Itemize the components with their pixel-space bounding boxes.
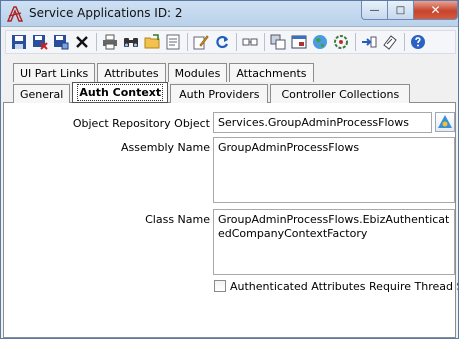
window-title: Service Applications ID: 2 bbox=[29, 6, 183, 20]
tab-label: Attachments bbox=[236, 66, 307, 80]
tab-row-top: UI Part Links Attributes Modules Attachm… bbox=[13, 63, 316, 82]
refresh-button[interactable] bbox=[212, 32, 232, 52]
service-applications-window: Service Applications ID: 2 — □ ✕ UI Part… bbox=[0, 0, 459, 339]
title-bar[interactable]: Service Applications ID: 2 — □ ✕ bbox=[1, 1, 458, 27]
delete-icon bbox=[76, 36, 88, 48]
note-button[interactable] bbox=[380, 32, 400, 52]
copy-icon bbox=[270, 34, 286, 50]
tab-auth-providers[interactable]: Auth Providers bbox=[170, 84, 269, 103]
close-icon: ✕ bbox=[430, 3, 441, 17]
maximize-button[interactable]: □ bbox=[388, 1, 414, 20]
toolbar-separator bbox=[264, 33, 265, 51]
settings-icon bbox=[334, 35, 348, 49]
tab-label: Auth Providers bbox=[179, 87, 260, 101]
globe-icon bbox=[313, 35, 327, 49]
toolbar-separator bbox=[187, 33, 188, 51]
tab-attachments[interactable]: Attachments bbox=[229, 63, 314, 82]
save-button[interactable] bbox=[9, 32, 29, 52]
link-icon bbox=[242, 38, 258, 46]
tab-label: Modules bbox=[174, 66, 221, 80]
tab-label: General bbox=[20, 87, 64, 101]
save-icon bbox=[12, 35, 26, 49]
help-icon bbox=[411, 35, 425, 49]
window-controls: — □ ✕ bbox=[361, 1, 458, 21]
minimize-icon: — bbox=[369, 4, 380, 16]
delete-button[interactable] bbox=[72, 32, 92, 52]
window-icon bbox=[291, 35, 307, 49]
class-name-field[interactable]: GroupAdminProcessFlows.EbizAuthenticated… bbox=[213, 209, 455, 275]
navigate-button[interactable] bbox=[359, 32, 379, 52]
save-delete-button[interactable] bbox=[30, 32, 50, 52]
form-icon bbox=[166, 34, 180, 50]
edit-icon bbox=[193, 35, 209, 50]
tab-auth-context[interactable]: Auth Context bbox=[72, 82, 169, 103]
auth-context-panel: Object Repository Object Services.GroupA… bbox=[3, 102, 459, 338]
print-icon bbox=[103, 34, 117, 50]
note-icon bbox=[383, 35, 397, 50]
save-as-icon bbox=[54, 35, 69, 50]
window-button[interactable] bbox=[289, 32, 309, 52]
save-delete-icon bbox=[33, 35, 48, 50]
tab-modules[interactable]: Modules bbox=[167, 63, 228, 82]
assembly-name-label: Assembly Name bbox=[121, 141, 210, 154]
object-repository-object-field[interactable]: Services.GroupAdminProcessFlows bbox=[213, 112, 432, 133]
form-button[interactable] bbox=[163, 32, 183, 52]
tab-label: UI Part Links bbox=[20, 66, 89, 80]
copy-button[interactable] bbox=[268, 32, 288, 52]
find-icon bbox=[124, 38, 138, 47]
app-logo-icon bbox=[6, 6, 24, 22]
edit-button[interactable] bbox=[191, 32, 211, 52]
toolbar-separator bbox=[404, 33, 405, 51]
tab-label: Controller Collections bbox=[281, 87, 400, 101]
close-button[interactable]: ✕ bbox=[414, 1, 458, 20]
toolbar-separator bbox=[236, 33, 237, 51]
toolbar-separator bbox=[355, 33, 356, 51]
tab-controller-collections[interactable]: Controller Collections bbox=[270, 84, 411, 103]
object-repository-object-label: Object Repository Object bbox=[72, 117, 210, 130]
tab-row-bottom: General Auth Context Auth Providers Cont… bbox=[13, 82, 412, 103]
find-button[interactable] bbox=[121, 32, 141, 52]
open-folder-button[interactable] bbox=[142, 32, 162, 52]
help-button[interactable] bbox=[408, 32, 428, 52]
settings-button[interactable] bbox=[331, 32, 351, 52]
tab-attributes[interactable]: Attributes bbox=[97, 63, 166, 82]
minimize-button[interactable]: — bbox=[361, 1, 388, 20]
refresh-icon bbox=[216, 35, 229, 49]
tab-label: Attributes bbox=[104, 66, 159, 80]
tab-general[interactable]: General bbox=[13, 84, 71, 103]
open-folder-icon bbox=[144, 34, 160, 49]
lookup-icon bbox=[438, 115, 452, 128]
link-button[interactable] bbox=[240, 32, 260, 52]
lookup-button[interactable] bbox=[435, 112, 455, 132]
authenticated-attributes-label: Authenticated Attributes Require Thread … bbox=[230, 280, 459, 293]
toolbar-separator bbox=[96, 33, 97, 51]
print-button[interactable] bbox=[100, 32, 120, 52]
assembly-name-field[interactable]: GroupAdminProcessFlows bbox=[213, 137, 455, 203]
navigate-icon bbox=[362, 36, 377, 48]
tab-label: Auth Context bbox=[77, 84, 164, 101]
class-name-label: Class Name bbox=[145, 213, 210, 226]
authenticated-attributes-checkbox[interactable] bbox=[214, 280, 226, 292]
maximize-icon: □ bbox=[395, 4, 406, 16]
toolbar bbox=[5, 30, 456, 54]
globe-button[interactable] bbox=[310, 32, 330, 52]
save-as-button[interactable] bbox=[51, 32, 71, 52]
tab-ui-part-links[interactable]: UI Part Links bbox=[13, 63, 96, 82]
